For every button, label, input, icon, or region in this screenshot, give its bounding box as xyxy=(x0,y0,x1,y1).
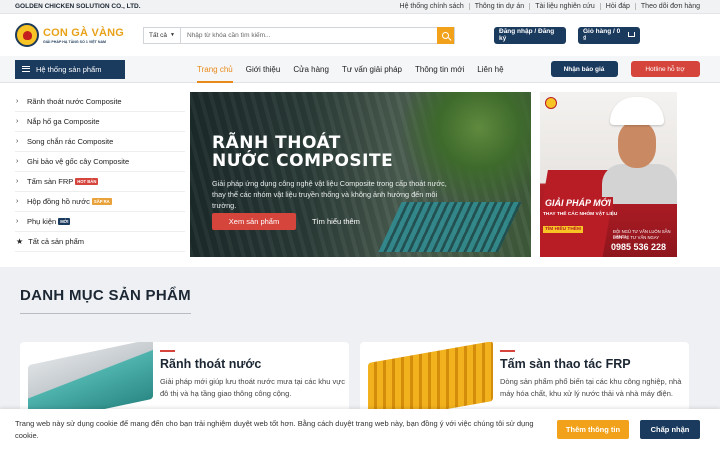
search-button[interactable] xyxy=(437,26,454,44)
sidebar-item-all-products[interactable]: ★ Tất cả sản phẩm xyxy=(15,232,185,252)
star-icon: ★ xyxy=(16,237,24,246)
card-title: Rãnh thoát nước xyxy=(160,357,262,371)
chevron-right-icon: › xyxy=(16,198,19,205)
chicken-logo-icon xyxy=(15,23,39,47)
sidebar-item-label: Song chắn rác Composite xyxy=(27,137,114,146)
drainage-channel-image xyxy=(28,342,153,412)
hero-banner: RÃNH THOÁT NƯỚC COMPOSITE Giải pháp ứng … xyxy=(190,92,531,257)
hard-hat-image xyxy=(610,97,664,125)
nav-shop[interactable]: Cửa hàng xyxy=(293,56,329,83)
chevron-right-icon: › xyxy=(16,118,19,125)
nav-consulting[interactable]: Tư vấn giải pháp xyxy=(342,56,402,83)
search-category-select[interactable]: Tất cả ▼ xyxy=(144,27,181,43)
sidebar-item-label: Nắp hố ga Composite xyxy=(27,117,100,126)
logo-tagline: GIẢI PHÁP HẠ TẦNG SỐ 1 VIỆT NAM xyxy=(43,39,107,44)
new-badge: MỚI xyxy=(58,218,71,225)
chevron-right-icon: › xyxy=(16,178,19,185)
search-icon xyxy=(442,31,449,39)
sidebar-item-label: Tất cả sản phẩm xyxy=(28,237,85,246)
sidebar-item-label: Hộp đồng hồ nước xyxy=(27,197,90,206)
promo-contact-label: LIÊN HỆ TƯ VẤN NGAY xyxy=(613,235,660,240)
chevron-right-icon: › xyxy=(16,138,19,145)
sidebar-item-accessories[interactable]: › Phụ kiện MỚI xyxy=(15,212,185,232)
hotline-button[interactable]: Hotline hỗ trợ xyxy=(630,61,700,77)
chevron-right-icon: › xyxy=(16,218,19,225)
promo-banner[interactable]: GIẢI PHÁP MỚI THAY THẾ CÁC NHÓM VẬT LIỆU… xyxy=(540,92,677,257)
cookie-message: Trang web này sử dụng cookie để mang đến… xyxy=(15,418,534,440)
cookie-accept-button[interactable]: Chấp nhận xyxy=(640,420,700,439)
nav-menu: Trang chủ Giới thiệu Cửa hàng Tư vấn giả… xyxy=(197,56,517,83)
card-description: Giải pháp mới giúp lưu thoát nước mưa tạ… xyxy=(160,377,345,398)
nav-home[interactable]: Trang chủ xyxy=(197,56,233,83)
top-bar: GOLDEN CHICKEN SOLUTION CO., LTD. Hệ thố… xyxy=(0,0,720,14)
promo-subline: THAY THẾ CÁC NHÓM VẬT LIỆU xyxy=(543,212,618,217)
chevron-right-icon: › xyxy=(16,98,19,105)
promo-phone: 0985 536 228 xyxy=(611,242,667,252)
frp-grating-image xyxy=(368,342,493,412)
top-link-policy[interactable]: Hệ thống chính sách xyxy=(395,3,469,10)
product-categories-button[interactable]: Hệ thống sản phẩm xyxy=(15,59,125,79)
cart-icon xyxy=(628,31,635,37)
nav-contact[interactable]: Liên hệ xyxy=(477,56,503,83)
get-quote-button[interactable]: Nhận báo giá xyxy=(550,61,618,77)
sidebar-item-meter-box[interactable]: › Hộp đồng hồ nước SẮP RA xyxy=(15,192,185,212)
search-category-label: Tất cả xyxy=(148,31,168,39)
sidebar-item-label: Phụ kiện xyxy=(27,217,57,226)
company-name: GOLDEN CHICKEN SOLUTION CO., LTD. xyxy=(15,3,141,10)
category-cards: Rãnh thoát nước Giải pháp mới giúp lưu t… xyxy=(20,342,700,412)
hero-title: RÃNH THOÁT NƯỚC COMPOSITE xyxy=(212,133,394,171)
top-links: Hệ thống chính sách Thông tin dự án Tài … xyxy=(395,3,705,10)
chevron-down-icon: ▼ xyxy=(170,32,175,38)
product-categories-section: DANH MỤC SẢN PHẨM Rãnh thoát nước Giải p… xyxy=(0,267,720,412)
nav-about[interactable]: Giới thiệu xyxy=(246,56,281,83)
coming-soon-badge: SẮP RA xyxy=(91,198,112,205)
promo-headline: GIẢI PHÁP MỚI xyxy=(543,197,613,209)
cart-button[interactable]: Giỏ hàng / 0 ₫ xyxy=(578,26,640,44)
top-link-track-order[interactable]: Theo dõi đơn hàng xyxy=(634,3,705,10)
promo-person-image xyxy=(602,164,677,204)
site-logo[interactable]: CON GÀ VÀNG GIẢI PHÁP HẠ TẦNG SỐ 1 VIỆT … xyxy=(15,23,150,47)
section-title: DANH MỤC SẢN PHẨM xyxy=(20,287,191,314)
top-link-projects[interactable]: Thông tin dự án xyxy=(468,3,529,10)
cookie-more-info-button[interactable]: Thêm thông tin xyxy=(557,420,629,439)
card-title: Tấm sàn thao tác FRP xyxy=(500,357,631,371)
promo-learn-more: TÌM HIỂU THÊM xyxy=(543,226,583,233)
promo-logo-icon xyxy=(545,97,557,109)
header: CON GÀ VÀNG GIẢI PHÁP HẠ TẦNG SỐ 1 VIỆT … xyxy=(0,14,720,56)
sidebar-item-drainage[interactable]: › Rãnh thoát nước Composite xyxy=(15,92,185,112)
top-link-faq[interactable]: Hỏi đáp xyxy=(599,3,635,10)
sidebar-item-label: Ghi bảo vệ gốc cây Composite xyxy=(27,157,130,166)
learn-more-link[interactable]: Tìm hiểu thêm xyxy=(312,217,360,226)
view-products-button[interactable]: Xem sản phẩm xyxy=(212,213,296,230)
main-nav: Hệ thống sản phẩm Trang chủ Giới thiệu C… xyxy=(0,56,720,83)
sidebar-item-label: Tấm sàn FRP xyxy=(27,177,74,186)
sidebar-item-label: Rãnh thoát nước Composite xyxy=(27,97,122,106)
menu-icon xyxy=(22,66,30,72)
sidebar-item-manhole-cover[interactable]: › Nắp hố ga Composite xyxy=(15,112,185,132)
hero-description: Giải pháp ứng dụng công nghệ vật liệu Co… xyxy=(212,179,447,210)
product-categories-label: Hệ thống sản phẩm xyxy=(36,64,102,74)
category-sidebar: › Rãnh thoát nước Composite › Nắp hố ga Co… xyxy=(15,92,185,267)
sidebar-item-frp-floor[interactable]: › Tấm sàn FRP HOT BÁN xyxy=(15,172,185,192)
chevron-right-icon: › xyxy=(16,158,19,165)
main-content: › Rãnh thoát nước Composite › Nắp hố ga Co… xyxy=(0,83,720,267)
category-card-drainage[interactable]: Rãnh thoát nước Giải pháp mới giúp lưu t… xyxy=(20,342,349,412)
search-input[interactable] xyxy=(181,27,437,43)
category-card-frp-floor[interactable]: Tấm sàn thao tác FRP Dòng sản phẩm phổ b… xyxy=(360,342,689,412)
search-bar: Tất cả ▼ xyxy=(143,26,455,44)
sidebar-item-tree-grate[interactable]: › Ghi bảo vệ gốc cây Composite xyxy=(15,152,185,172)
hot-badge: HOT BÁN xyxy=(75,178,99,185)
card-description: Dòng sản phẩm phổ biến tại các khu công … xyxy=(500,377,682,398)
nav-news[interactable]: Thông tin mới xyxy=(415,56,464,83)
top-link-research[interactable]: Tài liệu nghiên cứu xyxy=(529,3,600,10)
logo-name: CON GÀ VÀNG xyxy=(43,26,125,39)
sidebar-item-trash-grate[interactable]: › Song chắn rác Composite xyxy=(15,132,185,152)
cart-label: Giỏ hàng / 0 ₫ xyxy=(583,28,621,42)
login-register-button[interactable]: Đăng nhập / Đăng ký xyxy=(494,26,566,44)
cookie-banner: Trang web này sử dụng cookie để mang đến… xyxy=(0,409,720,450)
